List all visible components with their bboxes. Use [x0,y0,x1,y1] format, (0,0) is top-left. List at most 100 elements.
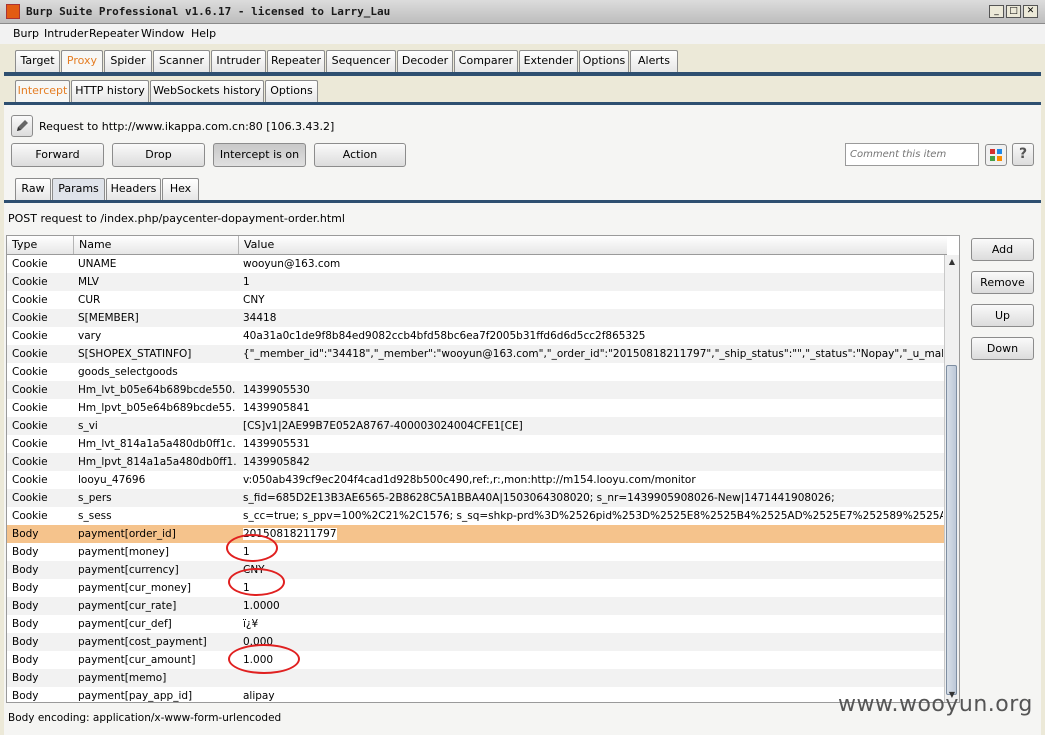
table-row[interactable]: Cookie S[MEMBER] 34418 [7,309,945,327]
tab-intercept[interactable]: Intercept [15,80,70,102]
param-type-text: Body [12,546,39,558]
param-name: s_vi [78,417,236,435]
table-row[interactable]: Body payment[memo] [7,669,945,687]
table-row[interactable]: Cookie Hm_lpvt_b05e64b689bcde55... 1439905… [7,399,945,417]
tab-decoder[interactable]: Decoder [397,50,453,72]
menu-burp[interactable]: Burp [13,27,39,40]
param-name-text: CUR [78,294,101,306]
scrollbar-thumb[interactable] [946,365,957,695]
down-button[interactable]: Down [971,337,1034,360]
tab-intruder[interactable]: Intruder [211,50,266,72]
tab-alerts[interactable]: Alerts [630,50,678,72]
table-row[interactable]: Body payment[cost_payment] 0.000 [7,633,945,651]
table-row[interactable]: Cookie s_pers s_fid=685D2E13B3AE6565-2B86… [7,489,945,507]
table-row[interactable]: Cookie s_vi [CS]v1|2AE99B7E052A8767-400003… [7,417,945,435]
param-name: payment[cost_payment] [78,633,236,651]
comment-field[interactable] [845,143,979,166]
tab-headers[interactable]: Headers [106,178,161,200]
param-type: Cookie [12,399,74,417]
column-type[interactable]: Type [7,236,74,254]
param-type: Body [12,669,74,687]
table-row[interactable]: Body payment[money] 1 [7,543,945,561]
help-button[interactable]: ? [1012,143,1034,166]
tab-comparer[interactable]: Comparer [454,50,518,72]
param-name-text: payment[memo] [78,672,167,684]
menu-window[interactable]: Window [141,27,184,40]
param-value-text: 1439905842 [243,456,310,468]
annotation-circle [226,534,278,562]
table-row[interactable]: Body payment[cur_money] 1 [7,579,945,597]
drop-button[interactable]: Drop [112,143,205,167]
tab-hex[interactable]: Hex [162,178,199,200]
table-row[interactable]: Cookie UNAME wooyun@163.com [7,255,945,273]
table-row[interactable]: Cookie looyu_47696 v:050ab439cf9ec204f4cad… [7,471,945,489]
tab-proxy[interactable]: Proxy [61,50,103,72]
maximize-button[interactable]: □ [1006,5,1021,18]
tab-websockets-history[interactable]: WebSockets history [150,80,264,102]
table-row[interactable]: Cookie Hm_lvt_814a1a5a480db0ff1c... 143990… [7,435,945,453]
forward-button[interactable]: Forward [11,143,104,167]
table-row[interactable]: Body payment[cur_rate] 1.0000 [7,597,945,615]
up-button[interactable]: Up [971,304,1034,327]
param-value: wooyun@163.com [243,255,943,273]
param-type: Cookie [12,345,74,363]
tab-http-history[interactable]: HTTP history [71,80,149,102]
intercept-toggle-button[interactable]: Intercept is on [213,143,306,167]
scroll-up-arrow-icon[interactable]: ▲ [945,255,959,269]
param-value: {"_member_id":"34418","_member":"wooyun@… [243,345,943,363]
table-row[interactable]: Cookie vary 40a31a0c1de9f8b84ed9082ccb4bfd… [7,327,945,345]
param-type-text: Cookie [12,402,48,414]
column-value[interactable]: Value [239,236,947,254]
menu-repeater[interactable]: Repeater [89,27,139,40]
param-value: 1439905842 [243,453,943,471]
tab-sequencer[interactable]: Sequencer [326,50,396,72]
menu-bar: Burp Intruder Repeater Window Help [0,24,1045,44]
column-name[interactable]: Name [74,236,239,254]
param-name-text: Hm_lpvt_814a1a5a480db0ff1... [78,456,236,468]
table-row[interactable]: Body payment[pay_app_id] alipay [7,687,945,702]
table-row[interactable]: Cookie Hm_lvt_b05e64b689bcde550... 1439905… [7,381,945,399]
param-value: 1439905531 [243,435,943,453]
minimize-button[interactable]: _ [989,5,1004,18]
table-row[interactable]: Cookie goods_selectgoods [7,363,945,381]
tab-proxy-options[interactable]: Options [265,80,318,102]
table-row[interactable]: Cookie s_sess s_cc=true; s_ppv=100%2C21%2… [7,507,945,525]
close-button[interactable]: ✕ [1023,5,1038,18]
params-rows: Cookie UNAME wooyun@163.com Cookie MLV 1 Cooki… [7,255,945,702]
param-type: Cookie [12,291,74,309]
tab-repeater[interactable]: Repeater [267,50,325,72]
table-row[interactable]: Body payment[cur_amount] 1.000 [7,651,945,669]
table-row[interactable]: Cookie S[SHOPEX_STATINFO] {"_member_id":"3… [7,345,945,363]
table-row[interactable]: Body payment[cur_def] ï¿¥ [7,615,945,633]
tab-target[interactable]: Target [15,50,60,72]
action-button[interactable]: Action [314,143,406,167]
tab-params[interactable]: Params [52,178,105,200]
param-type: Body [12,579,74,597]
table-row[interactable]: Body payment[order_id] 20150818211797 [7,525,945,543]
remove-button[interactable]: Remove [971,271,1034,294]
highlight-color-icon[interactable] [985,144,1007,166]
param-type: Cookie [12,255,74,273]
menu-help[interactable]: Help [191,27,216,40]
menu-intruder[interactable]: Intruder [44,27,88,40]
param-value-text: 1.0000 [243,600,280,612]
tab-spider[interactable]: Spider [104,50,152,72]
param-value-text: alipay [243,690,275,702]
table-row[interactable]: Body payment[currency] CNY [7,561,945,579]
param-type-text: Body [12,636,39,648]
table-row[interactable]: Cookie Hm_lpvt_814a1a5a480db0ff1... 143990… [7,453,945,471]
param-name-text: MLV [78,276,99,288]
param-value: 1 [243,579,943,597]
tab-options[interactable]: Options [579,50,629,72]
tab-scanner[interactable]: Scanner [153,50,210,72]
add-button[interactable]: Add [971,238,1034,261]
param-value: CNY [243,291,943,309]
table-row[interactable]: Cookie MLV 1 [7,273,945,291]
tab-raw[interactable]: Raw [15,178,51,200]
table-row[interactable]: Cookie CUR CNY [7,291,945,309]
tab-extender[interactable]: Extender [519,50,578,72]
edit-pencil-icon[interactable] [11,115,33,137]
param-type-text: Cookie [12,348,48,360]
table-scrollbar[interactable]: ▲ ▼ [944,255,959,702]
param-value: [CS]v1|2AE99B7E052A8767-400003024004CFE1… [243,417,943,435]
